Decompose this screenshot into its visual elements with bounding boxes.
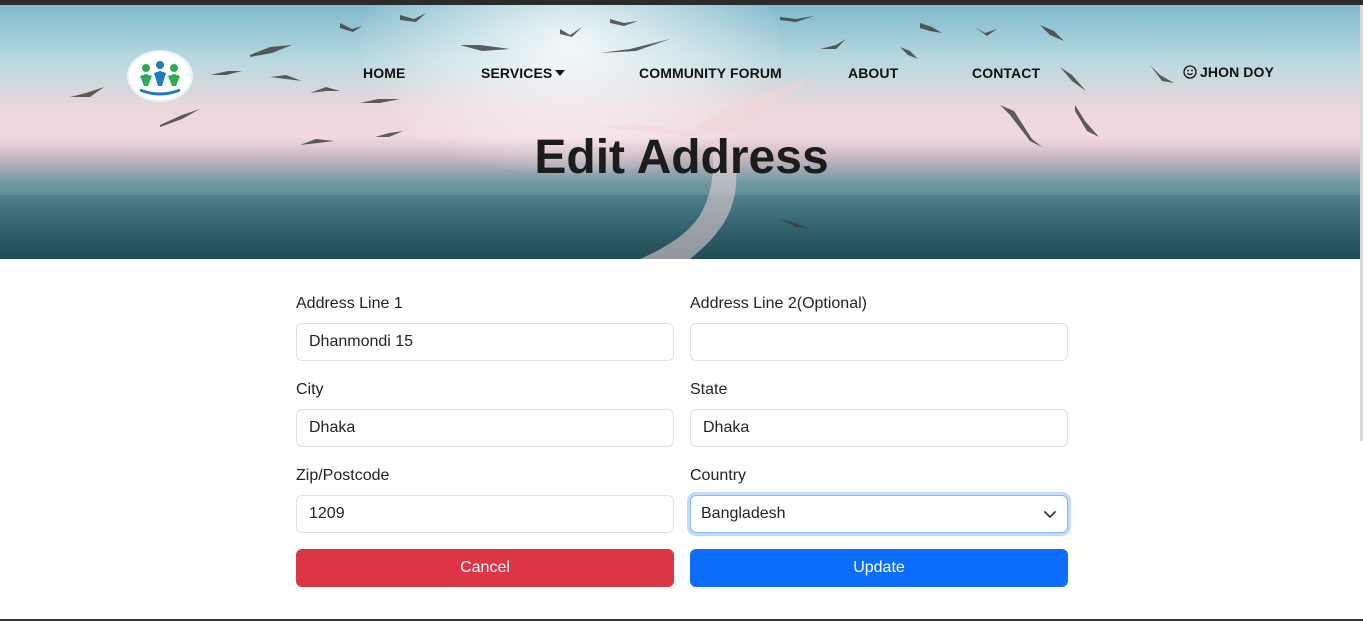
city-input[interactable] <box>296 409 674 447</box>
nav-about-link[interactable]: ABOUT <box>848 65 898 81</box>
address-line-1-input[interactable] <box>296 323 674 361</box>
nav-contact-link[interactable]: CONTACT <box>972 65 1040 81</box>
city-label: City <box>296 381 324 398</box>
nav-services-link[interactable]: SERVICES <box>481 65 566 81</box>
nav-community-forum-link[interactable]: COMMUNITY FORUM <box>639 65 782 81</box>
logo-people-icon <box>139 61 181 96</box>
user-name: JHON DOY <box>1200 64 1274 80</box>
address-line-2-label: Address Line 2(Optional) <box>690 295 867 312</box>
nav-home-link[interactable]: HOME <box>363 65 405 81</box>
caret-down-icon <box>555 70 566 76</box>
nav-services-label: SERVICES <box>481 65 553 81</box>
update-button[interactable]: Update <box>690 549 1068 587</box>
country-label: Country <box>690 467 747 484</box>
country-select[interactable]: Bangladesh <box>690 495 1068 533</box>
smiley-icon <box>1183 65 1197 79</box>
site-logo[interactable] <box>127 50 193 102</box>
state-label: State <box>690 381 728 398</box>
user-account-link[interactable]: JHON DOY <box>1183 64 1274 80</box>
chevron-down-icon <box>1044 511 1056 518</box>
state-input[interactable] <box>690 409 1068 447</box>
zip-postcode-label: Zip/Postcode <box>296 467 390 484</box>
zip-postcode-input[interactable] <box>296 495 674 533</box>
page-title: Edit Address <box>534 131 829 184</box>
country-selected-value: Bangladesh <box>701 505 786 522</box>
hero-banner: HOME SERVICES COMMUNITY FORUM ABOUT CONT… <box>0 5 1363 259</box>
address-line-1-label: Address Line 1 <box>296 295 403 312</box>
address-line-2-input[interactable] <box>690 323 1068 361</box>
cancel-button[interactable]: Cancel <box>296 549 674 587</box>
